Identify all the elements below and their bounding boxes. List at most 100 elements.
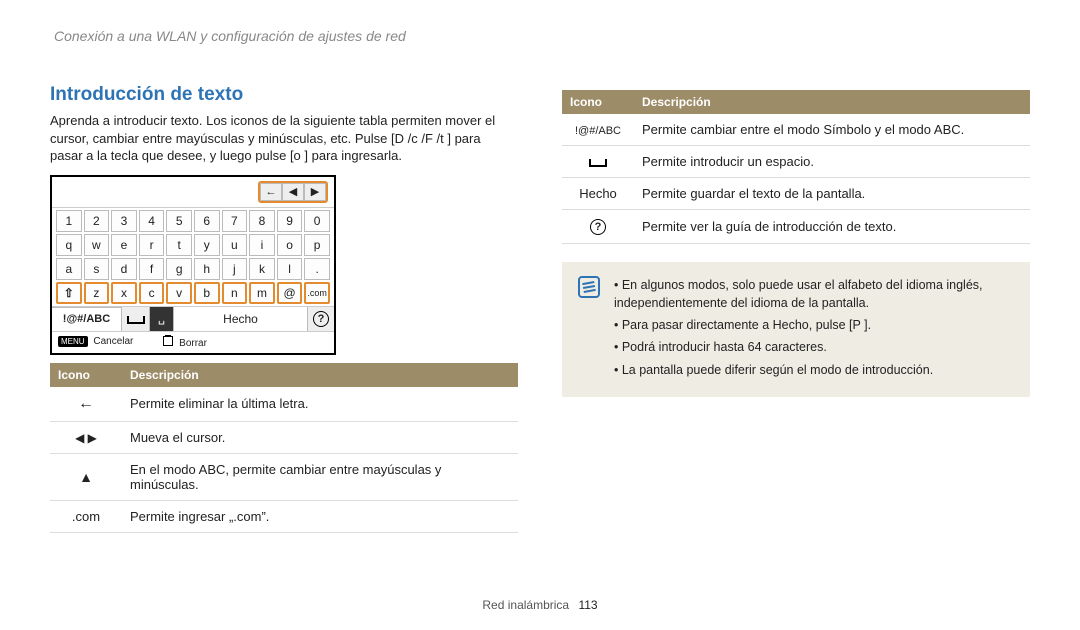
key: 1: [56, 210, 82, 232]
key: @: [277, 282, 303, 304]
th-descripcion: Descripción: [122, 363, 518, 387]
key: w: [84, 234, 110, 256]
intro-line: pasar a la tecla que desee, y luego puls…: [50, 148, 402, 163]
cursor-right-icon: ▶: [304, 183, 326, 201]
note-box: • En algunos modos, solo puede usar el a…: [562, 262, 1030, 397]
table-row: ?Permite ver la guía de introducción de …: [562, 210, 1030, 244]
table-row: Permite introducir un espacio.: [562, 146, 1030, 178]
key: 6: [194, 210, 220, 232]
keyboard-nav-row: ← ◀ ▶: [52, 177, 334, 208]
mode-abc-icon: !@#/ABC: [575, 125, 621, 137]
note-item: • Para pasar directamente a Hecho, pulse…: [614, 316, 1014, 334]
cursor-arrows-icon: [75, 430, 97, 445]
table-row: Permite eliminar la última letra.: [50, 387, 518, 422]
delete-label: Borrar: [179, 338, 207, 349]
cell-desc: En el modo ABC, permite cambiar entre ma…: [122, 453, 518, 500]
delete-action: Borrar: [163, 336, 207, 349]
cell-icon: ?: [562, 210, 634, 244]
key: f: [139, 258, 165, 280]
nav-group: ← ◀ ▶: [258, 181, 328, 203]
page-number: 113: [578, 598, 597, 612]
cell-desc: Permite guardar el texto de la pantalla.: [634, 178, 1030, 210]
key: j: [222, 258, 248, 280]
mode-segment: !@#/ABC: [52, 307, 122, 331]
note-list: • En algunos modos, solo puede usar el a…: [614, 276, 1014, 383]
table-row: !@#/ABC Permite cambiar entre el modo Sím…: [562, 114, 1030, 146]
key: 4: [139, 210, 165, 232]
key: y: [194, 234, 220, 256]
th-icono: Icono: [50, 363, 122, 387]
space-segment: [122, 307, 150, 331]
key: k: [249, 258, 275, 280]
note-item: • En algunos modos, solo puede usar el a…: [614, 276, 1014, 312]
intro-text: Aprenda a introducir texto. Los iconos d…: [50, 112, 518, 165]
key: o: [277, 234, 303, 256]
cell-icon: Hecho: [562, 178, 634, 210]
cancel-action: MENU Cancelar: [58, 336, 133, 349]
note-item: • Podrá introducir hasta 64 caracteres.: [614, 338, 1014, 356]
key: e: [111, 234, 137, 256]
key: .: [304, 258, 330, 280]
cell-desc: Permite ingresar „.com”.: [122, 500, 518, 532]
page-header: Conexión a una WLAN y configuración de a…: [54, 28, 1030, 44]
key: 7: [222, 210, 248, 232]
footer-label: Red inalámbrica: [482, 598, 569, 612]
keyboard-row: asdfghjkl.: [56, 258, 330, 280]
help-segment: ?: [308, 307, 334, 331]
dotcom-icon: .com: [72, 509, 100, 524]
cell-desc: Permite cambiar entre el modo Símbolo y …: [634, 114, 1030, 146]
cell-icon: !@#/ABC: [562, 114, 634, 146]
keyboard-row: qwertyuiop: [56, 234, 330, 256]
keyboard-bottom-row: !@#/ABC ␣ Hecho ?: [52, 306, 334, 331]
key: b: [194, 282, 220, 304]
key: m: [249, 282, 275, 304]
key: c: [139, 282, 165, 304]
th-descripcion: Descripción: [634, 90, 1030, 114]
key: u: [222, 234, 248, 256]
icon-table-left: Icono Descripción Permite eliminar la úl…: [50, 363, 518, 533]
done-segment: Hecho: [174, 307, 308, 331]
cell-desc: Mueva el cursor.: [122, 421, 518, 453]
icon-table-right: Icono Descripción !@#/ABCPermite cambiar…: [562, 90, 1030, 244]
space-icon: [589, 159, 607, 167]
page-footer: Red inalámbrica 113: [0, 598, 1080, 612]
done-icon: Hecho: [579, 186, 617, 201]
table-row: En el modo ABC, permite cambiar entre ma…: [50, 453, 518, 500]
cell-icon: [50, 453, 122, 500]
key: d: [111, 258, 137, 280]
key: a: [56, 258, 82, 280]
key: h: [194, 258, 220, 280]
keyboard-row: ⇧zxcvbnm@.com: [56, 282, 330, 304]
key: z: [84, 282, 110, 304]
note-icon: [578, 276, 600, 298]
key: .com: [304, 282, 330, 304]
intro-line: Aprenda a introducir texto. Los iconos d…: [50, 113, 495, 128]
left-column: Introducción de texto Aprenda a introduc…: [50, 84, 518, 533]
table-row: Mueva el cursor.: [50, 421, 518, 453]
keyboard-rows: 1234567890qwertyuiopasdfghjkl.⇧zxcvbnm@.…: [52, 208, 334, 306]
key: n: [222, 282, 248, 304]
help-icon: ?: [590, 219, 606, 235]
note-item: • La pantalla puede diferir según el mod…: [614, 361, 1014, 379]
shift-icon: [79, 470, 93, 485]
key: 9: [277, 210, 303, 232]
key: s: [84, 258, 110, 280]
key: g: [166, 258, 192, 280]
cancel-label: Cancelar: [93, 336, 133, 347]
key: v: [166, 282, 192, 304]
key: x: [111, 282, 137, 304]
cell-icon: [50, 387, 122, 422]
selected-segment: ␣: [150, 307, 174, 331]
section-title: Introducción de texto: [50, 84, 518, 106]
table-row: .com Permite ingresar „.com”.: [50, 500, 518, 532]
cell-icon: .com: [50, 500, 122, 532]
cell-icon: [50, 421, 122, 453]
key: 3: [111, 210, 137, 232]
key: 8: [249, 210, 275, 232]
key: 0: [304, 210, 330, 232]
backspace-icon: [78, 396, 94, 411]
keyboard-illustration: ← ◀ ▶ 1234567890qwertyuiopasdfghjkl.⇧zxc…: [50, 175, 336, 355]
keyboard-footer: MENU Cancelar Borrar: [52, 331, 334, 353]
content-columns: Introducción de texto Aprenda a introduc…: [50, 84, 1030, 533]
table-row: Hecho Permite guardar el texto de la pant…: [562, 178, 1030, 210]
